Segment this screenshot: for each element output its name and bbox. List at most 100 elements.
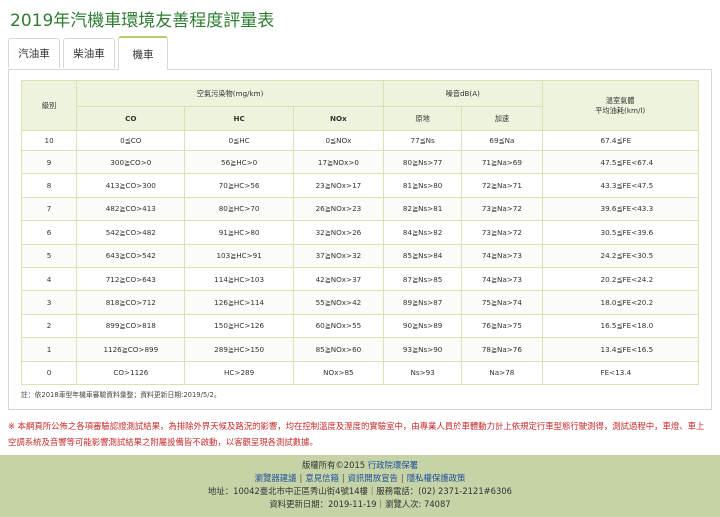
- cell-co: 413≧CO>300: [76, 173, 186, 198]
- cell-noise-stationary: 85≧Ns>84: [383, 243, 463, 268]
- cell-hc: 0≦HC: [184, 130, 294, 151]
- page-title: 2019年汽機車環境友善程度評量表: [10, 11, 275, 31]
- header-noise: 噪音dB(A): [383, 80, 543, 107]
- epa-link[interactable]: 行政院環保署: [368, 460, 418, 470]
- cell-co: 0≦CO: [76, 130, 186, 151]
- cell-hc: 150≧HC>126: [184, 313, 294, 339]
- cell-co: CO>1126: [76, 360, 186, 385]
- cell-hc: 91≧HC>80: [184, 220, 294, 245]
- cell-noise-accel: 69≦Na: [461, 130, 543, 151]
- table-row: 5 643≧CO>542 103≧HC>91 37≧NOx>32 85≧Ns>84 74≧…: [20, 243, 699, 268]
- footer-update-info: 資料更新日期：2019-11-19｜瀏覽人次: 74087: [269, 499, 451, 509]
- feedback-mailbox-link[interactable]: 意見信箱: [305, 473, 339, 483]
- cell-nox: 23≧NOx>17: [292, 173, 385, 198]
- table-row: 6 542≧CO>482 91≧HC>80 32≧NOx>26 84≧Ns>82 73≧N…: [20, 220, 699, 245]
- cell-fuel-economy: 13.4≦FE<16.5: [541, 337, 699, 362]
- table-row: 8 413≧CO>300 70≧HC>56 23≧NOx>17 81≧Ns>80 72≧N…: [20, 173, 699, 198]
- header-fuel-economy: 溫室氣體 平均油耗(km/l): [541, 80, 699, 131]
- grade-table-body: 10 0≦CO 0≦HC 0≦NOx 77≦Ns 69≦Na 67.4≦FE 9 300≧CO>…: [20, 130, 699, 385]
- cell-nox: 55≧NOx>42: [292, 290, 385, 315]
- cell-grade: 1: [20, 337, 78, 362]
- cell-noise-stationary: 84≧Ns>82: [383, 220, 463, 245]
- cell-noise-accel: 78≧Na>76: [461, 337, 543, 362]
- header-stationary: 原地: [383, 106, 463, 131]
- cell-hc: 70≧HC>56: [184, 173, 294, 198]
- header-hc: HC: [184, 106, 294, 131]
- tab-diesel-car[interactable]: 柴油車: [63, 38, 115, 68]
- cell-fuel-economy: 18.0≦FE<20.2: [541, 290, 699, 315]
- header-acceleration: 加速: [461, 106, 543, 131]
- test-notice: ※ 本網頁所公佈之各項審驗認證測試結果，為排除外界天候及路況的影響，均在控制溫度…: [8, 421, 705, 447]
- table-row: 7 482≧CO>413 80≧HC>70 26≧NOx>23 82≧Ns>81 73≧N…: [20, 196, 699, 222]
- cell-fuel-economy: 16.5≦FE<18.0: [541, 313, 699, 339]
- tab-panel-motorcycle: 級別 空氣污染物(mg/km) 噪音dB(A) 溫室氣體 平均油耗(km/l) …: [8, 69, 712, 410]
- site-footer: 版權所有©2015 行政院環保署 瀏覽器建議 | 意見信箱 | 資訊開放宣告 | 隱私權保護…: [0, 455, 720, 517]
- cell-fuel-economy: 39.6≦FE<43.3: [541, 196, 699, 222]
- cell-fuel-economy: 24.2≦FE<30.5: [541, 243, 699, 268]
- grade-table: 級別 空氣污染物(mg/km) 噪音dB(A) 溫室氣體 平均油耗(km/l) …: [20, 80, 699, 385]
- cell-noise-accel: 73≧Na>72: [461, 196, 543, 222]
- table-row: 2 899≧CO>818 150≧HC>126 60≧NOx>55 90≧Ns>89 76…: [20, 313, 699, 339]
- header-air-pollutants: 空氣污染物(mg/km): [76, 80, 385, 107]
- cell-co: 300≧CO>0: [76, 149, 186, 175]
- footer-copyright-line: 版權所有©2015 行政院環保署: [0, 459, 720, 472]
- open-data-declaration-link[interactable]: 資訊開放宣告: [348, 473, 398, 483]
- cell-hc: 103≧HC>91: [184, 243, 294, 268]
- tab-motorcycle[interactable]: 機車: [118, 36, 168, 70]
- cell-noise-accel: 74≧Na>73: [461, 243, 543, 268]
- header-grade: 級別: [20, 80, 78, 131]
- cell-noise-accel: 73≧Na>72: [461, 220, 543, 245]
- cell-hc: 114≧HC>103: [184, 266, 294, 292]
- footer-address: 地址：10042臺北市中正區秀山街4號14樓｜服務電話：(02) 2371-21…: [208, 486, 512, 496]
- cell-noise-stationary: 77≦Ns: [383, 130, 463, 151]
- cell-noise-stationary: 87≧Ns>85: [383, 266, 463, 292]
- cell-noise-stationary: Ns>93: [383, 360, 463, 385]
- cell-fuel-economy: FE<13.4: [541, 360, 699, 385]
- cell-noise-accel: 75≧Na>74: [461, 290, 543, 315]
- header-fuel-line1: 溫室氣體: [605, 95, 635, 105]
- cell-grade: 10: [20, 130, 78, 151]
- cell-noise-stationary: 89≧Ns>87: [383, 290, 463, 315]
- copyright-text: 版權所有©2015: [301, 460, 366, 470]
- cell-noise-stationary: 80≧Ns>77: [383, 149, 463, 175]
- cell-nox: NOx>85: [292, 360, 385, 385]
- cell-nox: 85≧NOx>60: [292, 337, 385, 362]
- table-row: 4 712≧CO>643 114≧HC>103 42≧NOx>37 87≧Ns>85 74…: [20, 266, 699, 292]
- cell-noise-stationary: 90≧Ns>89: [383, 313, 463, 339]
- cell-grade: 6: [20, 220, 78, 245]
- tab-bar: 汽油車 柴油車 機車: [8, 36, 712, 70]
- cell-fuel-economy: 20.2≦FE<24.2: [541, 266, 699, 292]
- cell-fuel-economy: 67.4≦FE: [541, 130, 699, 151]
- header-co: CO: [76, 106, 186, 131]
- cell-nox: 0≦NOx: [292, 130, 385, 151]
- cell-noise-accel: 71≧Na>69: [461, 149, 543, 175]
- cell-noise-accel: 72≧Na>71: [461, 173, 543, 198]
- cell-grade: 2: [20, 313, 78, 339]
- cell-grade: 0: [20, 360, 78, 385]
- table-row: 1 1126≧CO>899 289≧HC>150 85≧NOx>60 93≧Ns>90 7…: [20, 337, 699, 362]
- table-row: 0 CO>1126 HC>289 NOx>85 Ns>93 Na>78 FE<13.4: [20, 360, 699, 385]
- cell-noise-accel: Na>78: [461, 360, 543, 385]
- cell-noise-stationary: 93≧Ns>90: [383, 337, 463, 362]
- cell-co: 482≧CO>413: [76, 196, 186, 222]
- cell-grade: 8: [20, 173, 78, 198]
- cell-nox: 37≧NOx>32: [292, 243, 385, 268]
- cell-noise-accel: 76≧Na>75: [461, 313, 543, 339]
- cell-grade: 5: [20, 243, 78, 268]
- cell-co: 643≧CO>542: [76, 243, 186, 268]
- footer-links: 瀏覽器建議 | 意見信箱 | 資訊開放宣告 | 隱私權保護政策: [254, 473, 466, 483]
- cell-grade: 4: [20, 266, 78, 292]
- cell-co: 818≧CO>712: [76, 290, 186, 315]
- cell-noise-stationary: 82≧Ns>81: [383, 196, 463, 222]
- tab-gasoline-car[interactable]: 汽油車: [8, 38, 60, 68]
- cell-hc: HC>289: [184, 360, 294, 385]
- browser-advice-link[interactable]: 瀏覽器建議: [255, 473, 297, 483]
- cell-noise-accel: 74≧Na>73: [461, 266, 543, 292]
- table-row: 10 0≦CO 0≦HC 0≦NOx 77≦Ns 69≦Na 67.4≦FE: [20, 130, 699, 151]
- cell-co: 712≧CO>643: [76, 266, 186, 292]
- privacy-policy-link[interactable]: 隱私權保護政策: [407, 473, 466, 483]
- table-row: 3 818≧CO>712 126≧HC>114 55≧NOx>42 89≧Ns>87 75…: [20, 290, 699, 315]
- cell-nox: 17≧NOx>0: [292, 149, 385, 175]
- table-footnote: 註：依2018車型年機車審驗資料彙整；資料更新日期:2019/5/2。: [21, 391, 221, 399]
- cell-co: 542≧CO>482: [76, 220, 186, 245]
